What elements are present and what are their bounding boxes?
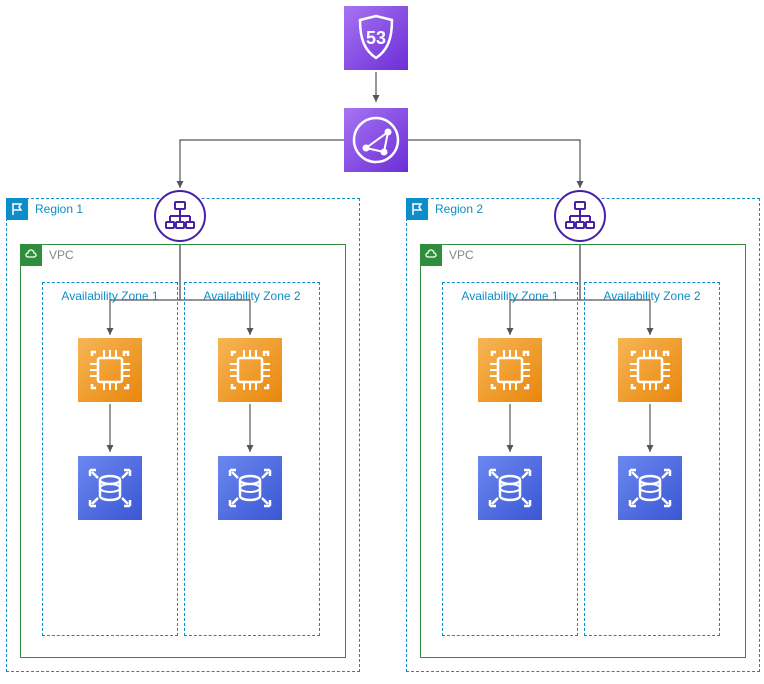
vpc-2-label: VPC [449,248,474,262]
dynamodb-node [78,456,142,520]
route53-node: 53 [344,6,408,70]
dynamodb-icon [78,456,142,520]
dynamodb-node [218,456,282,520]
az-1-2-label: Availability Zone 2 [185,289,319,303]
ec2-node [218,338,282,402]
dynamodb-icon [478,456,542,520]
cloudfront-node [344,108,408,172]
region-1-label: Region 1 [35,202,83,216]
vpc-cloud-icon [20,244,42,266]
ec2-icon [218,338,282,402]
cloudfront-icon [344,108,408,172]
dynamodb-icon [218,456,282,520]
ec2-node [478,338,542,402]
dynamodb-icon [618,456,682,520]
region-2-label: Region 2 [435,202,483,216]
vpc-cloud-icon [420,244,442,266]
ec2-node [78,338,142,402]
ec2-node [618,338,682,402]
elb-icon [162,198,198,234]
ec2-icon [78,338,142,402]
az-2-2-label: Availability Zone 2 [585,289,719,303]
elb-1-node [154,190,206,242]
region-flag-icon [406,198,428,220]
elb-2-node [554,190,606,242]
route53-icon: 53 [344,6,408,70]
ec2-icon [478,338,542,402]
vpc-1-label: VPC [49,248,74,262]
dynamodb-node [478,456,542,520]
az-2-1-label: Availability Zone 1 [443,289,577,303]
dynamodb-node [618,456,682,520]
svg-text:53: 53 [366,28,386,48]
region-flag-icon [6,198,28,220]
elb-icon [562,198,598,234]
ec2-icon [618,338,682,402]
az-1-1-label: Availability Zone 1 [43,289,177,303]
